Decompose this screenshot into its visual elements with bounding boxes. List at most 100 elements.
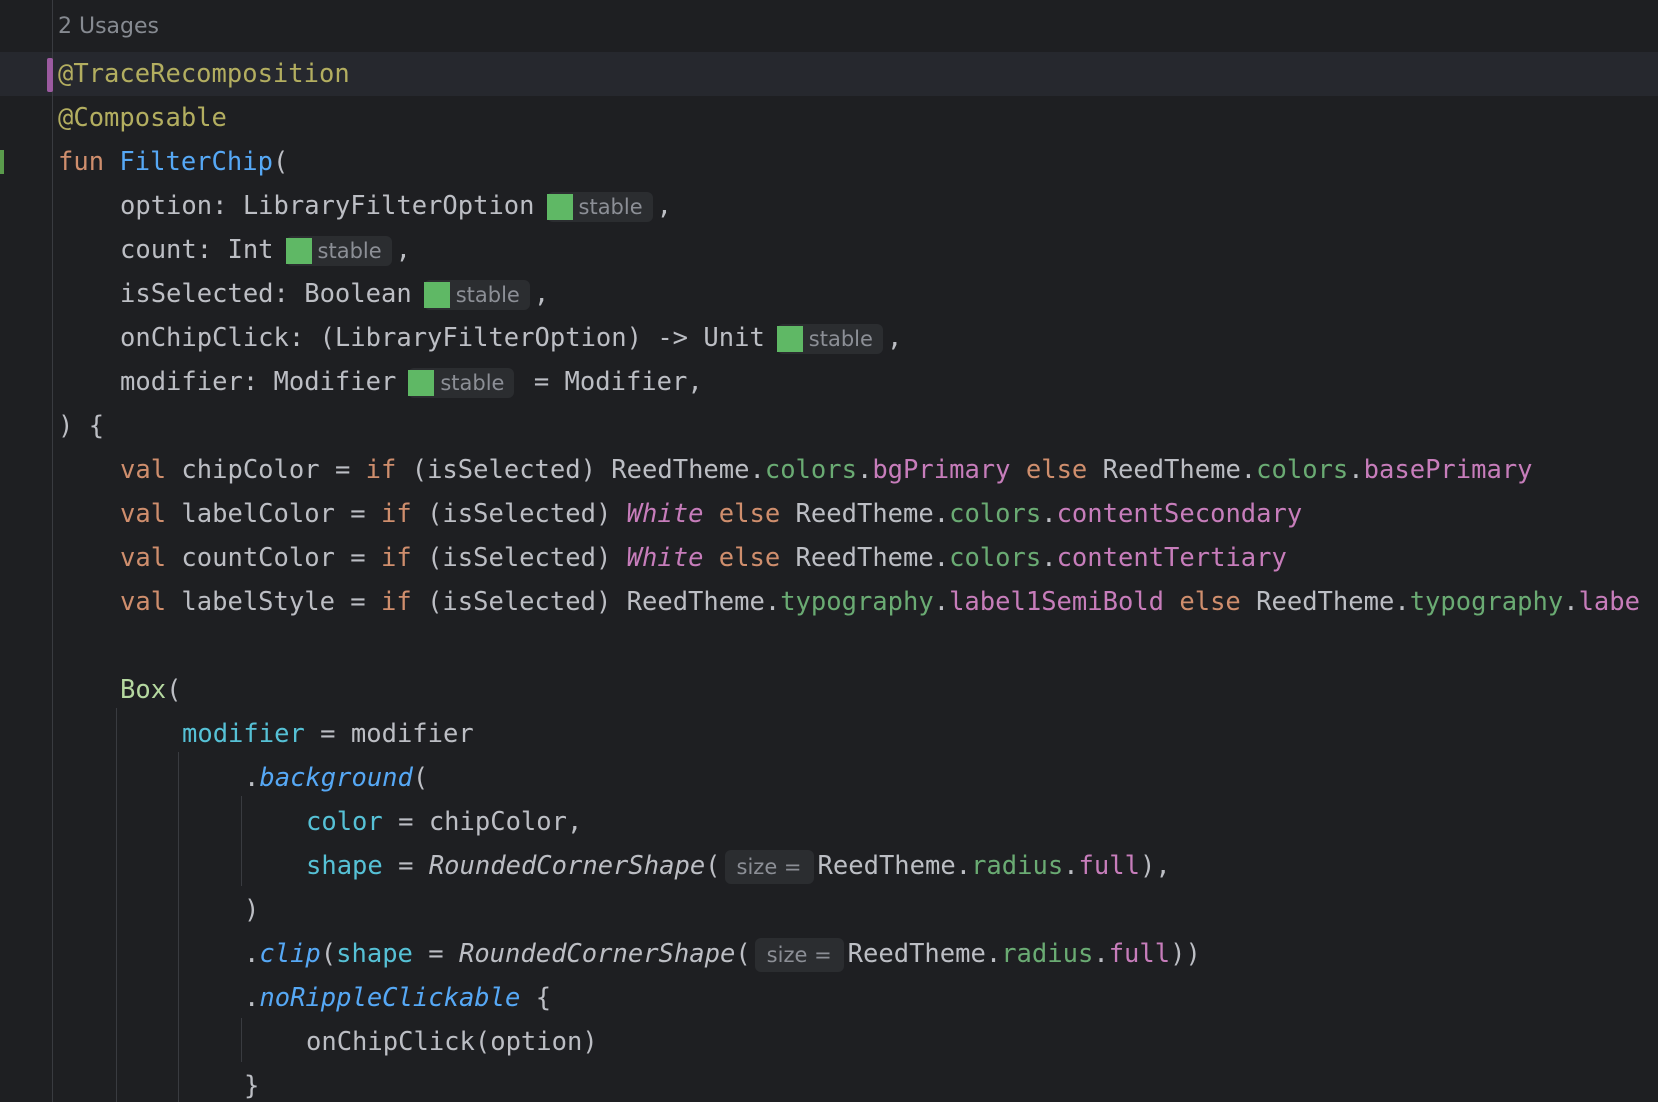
code-line-24[interactable]: } bbox=[244, 1066, 259, 1102]
param: option: LibraryFilterOption bbox=[120, 191, 535, 221]
property: bgPrimary bbox=[872, 455, 1011, 485]
code-editor[interactable]: 2 Usages @TraceRecomposition @Composable… bbox=[0, 0, 1658, 1102]
property: contentSecondary bbox=[1056, 499, 1303, 529]
keyword: else bbox=[1179, 587, 1241, 617]
token: , bbox=[886, 323, 903, 353]
indent-guide bbox=[116, 708, 117, 1102]
stability-badge[interactable]: stable bbox=[408, 368, 515, 398]
keyword: else bbox=[718, 499, 781, 529]
token: ( bbox=[166, 675, 182, 705]
stability-badge[interactable]: stable bbox=[423, 280, 530, 310]
token: ) bbox=[244, 895, 260, 925]
code-line-15[interactable]: Box( bbox=[120, 670, 181, 710]
badge-label: stable bbox=[808, 327, 873, 351]
code-line-2[interactable]: @Composable bbox=[58, 98, 227, 138]
keyword: if bbox=[381, 587, 412, 617]
stable-square-icon bbox=[546, 194, 573, 220]
constant: White bbox=[626, 499, 704, 529]
stable-square-icon bbox=[423, 282, 450, 308]
property: colors bbox=[764, 455, 857, 485]
code-line-19[interactable]: shape = RoundedCornerShape(size = ReedThe… bbox=[306, 846, 1171, 886]
token: )) bbox=[1170, 939, 1201, 969]
code-line-5[interactable]: count: Int stable, bbox=[120, 230, 411, 270]
code-line-7[interactable]: onChipClick: (LibraryFilterOption) -> Un… bbox=[120, 318, 902, 358]
code-line-13[interactable]: val labelStyle = if (isSelected) ReedThe… bbox=[120, 582, 1640, 622]
constant: White bbox=[626, 543, 704, 573]
token: ), bbox=[1139, 851, 1171, 881]
code-line-6[interactable]: isSelected: Boolean stable, bbox=[120, 274, 549, 314]
token: , bbox=[656, 191, 673, 221]
stability-badge[interactable]: stable bbox=[546, 192, 653, 222]
property: colors bbox=[949, 543, 1042, 573]
property: full bbox=[1078, 851, 1140, 881]
keyword: val bbox=[120, 587, 167, 617]
usages-codelens[interactable]: 2 Usages bbox=[58, 14, 159, 39]
token: { bbox=[520, 983, 552, 1013]
token: . bbox=[1063, 851, 1079, 881]
code-line-23[interactable]: onChipClick(option) bbox=[306, 1022, 598, 1062]
param: isSelected: Boolean bbox=[120, 279, 412, 309]
property: radius bbox=[1001, 939, 1094, 969]
code-line-9[interactable]: ) { bbox=[58, 406, 104, 446]
code-line-8[interactable]: modifier: Modifier stable = Modifier, bbox=[120, 362, 703, 402]
property: typography bbox=[1409, 587, 1564, 617]
extension-call: noRippleClickable bbox=[259, 983, 521, 1013]
token: . bbox=[1348, 455, 1364, 485]
stable-square-icon bbox=[776, 326, 803, 352]
keyword: val bbox=[120, 543, 167, 573]
code-line-3[interactable]: fun FilterChip( bbox=[58, 142, 288, 182]
code-line-10[interactable]: val chipColor = if (isSelected) ReedThem… bbox=[120, 450, 1533, 490]
token: ReedTheme. bbox=[1240, 587, 1410, 617]
badge-label: stable bbox=[578, 195, 643, 219]
token: ( bbox=[705, 851, 721, 881]
param: count: Int bbox=[120, 235, 274, 265]
keyword: if bbox=[381, 499, 412, 529]
property: colors bbox=[1256, 455, 1349, 485]
code-line-20[interactable]: ) bbox=[244, 890, 259, 930]
vcs-added-marker[interactable] bbox=[0, 150, 4, 174]
function-name: FilterChip bbox=[119, 147, 273, 177]
code-line-11[interactable]: val labelColor = if (isSelected) White e… bbox=[120, 494, 1302, 534]
extension-call: background bbox=[259, 763, 413, 793]
property: typography bbox=[780, 587, 934, 617]
keyword: val bbox=[120, 455, 167, 485]
keyword: if bbox=[365, 455, 397, 485]
code-line-22[interactable]: .noRippleClickable { bbox=[244, 978, 551, 1018]
stable-square-icon bbox=[408, 370, 435, 396]
token: labelColor = bbox=[166, 499, 381, 529]
parameter-hint[interactable]: size = bbox=[724, 850, 814, 884]
parameter-hint[interactable]: size = bbox=[754, 938, 844, 972]
stability-badge[interactable]: stable bbox=[285, 236, 392, 266]
keyword: else bbox=[1025, 455, 1088, 485]
code-line-21[interactable]: .clip(shape = RoundedCornerShape(size = R… bbox=[244, 934, 1201, 974]
stability-badge[interactable]: stable bbox=[776, 324, 883, 354]
vcs-modified-marker[interactable] bbox=[47, 58, 53, 92]
function-call: RoundedCornerShape bbox=[458, 939, 736, 969]
token: (isSelected) ReedTheme. bbox=[396, 455, 765, 485]
badge-label: stable bbox=[440, 371, 505, 395]
extension-call: clip bbox=[259, 939, 321, 969]
token: . bbox=[244, 983, 260, 1013]
code-line-4[interactable]: option: LibraryFilterOption stable, bbox=[120, 186, 672, 226]
code-line-12[interactable]: val countColor = if (isSelected) White e… bbox=[120, 538, 1287, 578]
token: = Modifier, bbox=[518, 367, 703, 397]
indent-guide bbox=[241, 796, 242, 886]
code-line-18[interactable]: color = chipColor, bbox=[306, 802, 582, 842]
property: radius bbox=[971, 851, 1064, 881]
composable-call: Box bbox=[120, 675, 167, 705]
annotation: @Composable bbox=[58, 103, 227, 133]
property: contentTertiary bbox=[1056, 543, 1287, 573]
token: , bbox=[533, 279, 550, 309]
code-line-1[interactable]: @TraceRecomposition bbox=[58, 54, 350, 94]
property: basePrimary bbox=[1363, 455, 1533, 485]
token: ( bbox=[320, 939, 337, 969]
property: label1SemiBold bbox=[949, 587, 1165, 617]
code-line-16[interactable]: modifier = modifier bbox=[182, 714, 474, 754]
named-argument: shape bbox=[336, 939, 413, 969]
property: colors bbox=[949, 499, 1042, 529]
indent-guide bbox=[241, 1018, 242, 1062]
token: chipColor = bbox=[166, 455, 366, 485]
badge-label: stable bbox=[455, 283, 520, 307]
token: ( bbox=[272, 147, 289, 177]
code-line-17[interactable]: .background( bbox=[244, 758, 428, 798]
